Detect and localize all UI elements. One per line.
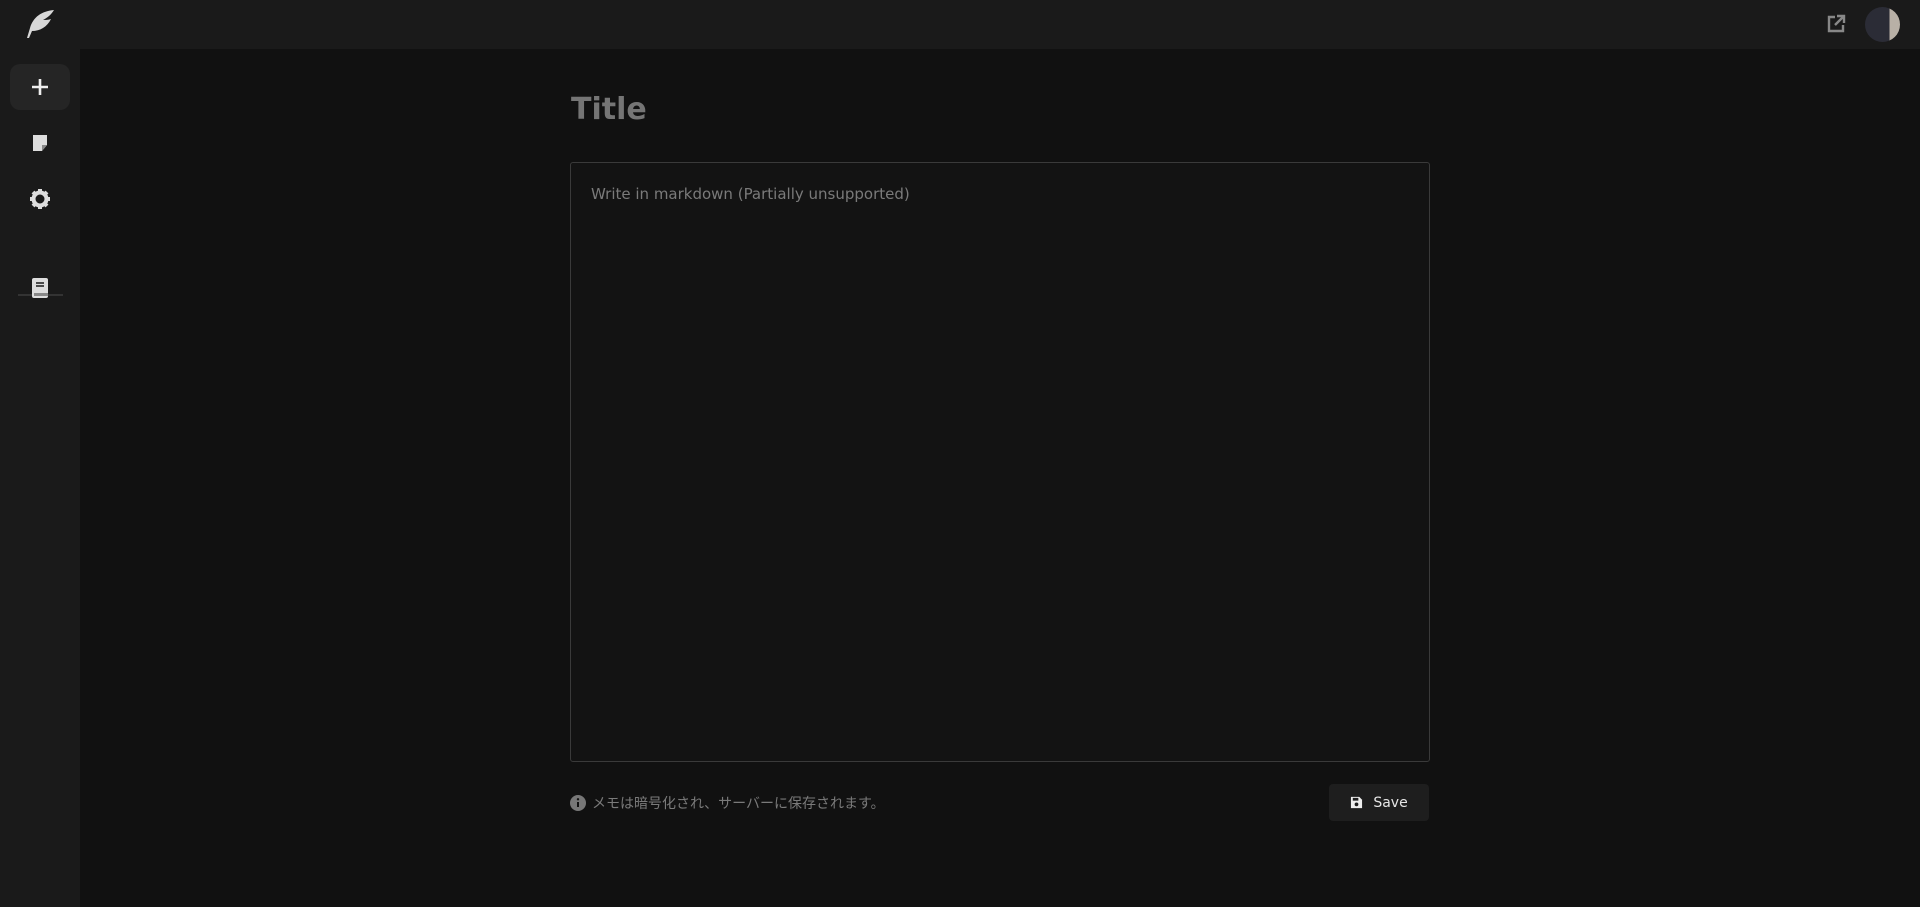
plus-icon bbox=[32, 79, 48, 95]
save-label: Save bbox=[1373, 794, 1408, 811]
settings-button[interactable] bbox=[10, 176, 70, 222]
docs-button[interactable] bbox=[10, 265, 70, 311]
info-icon bbox=[570, 795, 586, 811]
gear-icon bbox=[30, 189, 50, 209]
notes-button[interactable] bbox=[10, 120, 70, 166]
feather-logo-icon[interactable] bbox=[24, 8, 56, 40]
markdown-editor[interactable]: Write in markdown (Partially unsupported… bbox=[570, 162, 1430, 762]
note-icon bbox=[33, 135, 47, 151]
editor-placeholder: Write in markdown (Partially unsupported… bbox=[591, 185, 910, 203]
title-input[interactable] bbox=[571, 92, 1429, 127]
encryption-note: メモは暗号化され、サーバーに保存されます。 bbox=[570, 793, 885, 813]
save-button[interactable]: Save bbox=[1329, 784, 1429, 821]
floppy-disk-icon bbox=[1351, 796, 1363, 809]
top-bar bbox=[0, 0, 1920, 49]
user-avatar[interactable] bbox=[1865, 7, 1900, 42]
external-link-icon[interactable] bbox=[1826, 14, 1846, 34]
book-icon bbox=[32, 278, 48, 298]
encryption-note-text: メモは暗号化され、サーバーに保存されます。 bbox=[592, 796, 885, 812]
sidebar bbox=[0, 49, 80, 907]
new-note-button[interactable] bbox=[10, 64, 70, 110]
